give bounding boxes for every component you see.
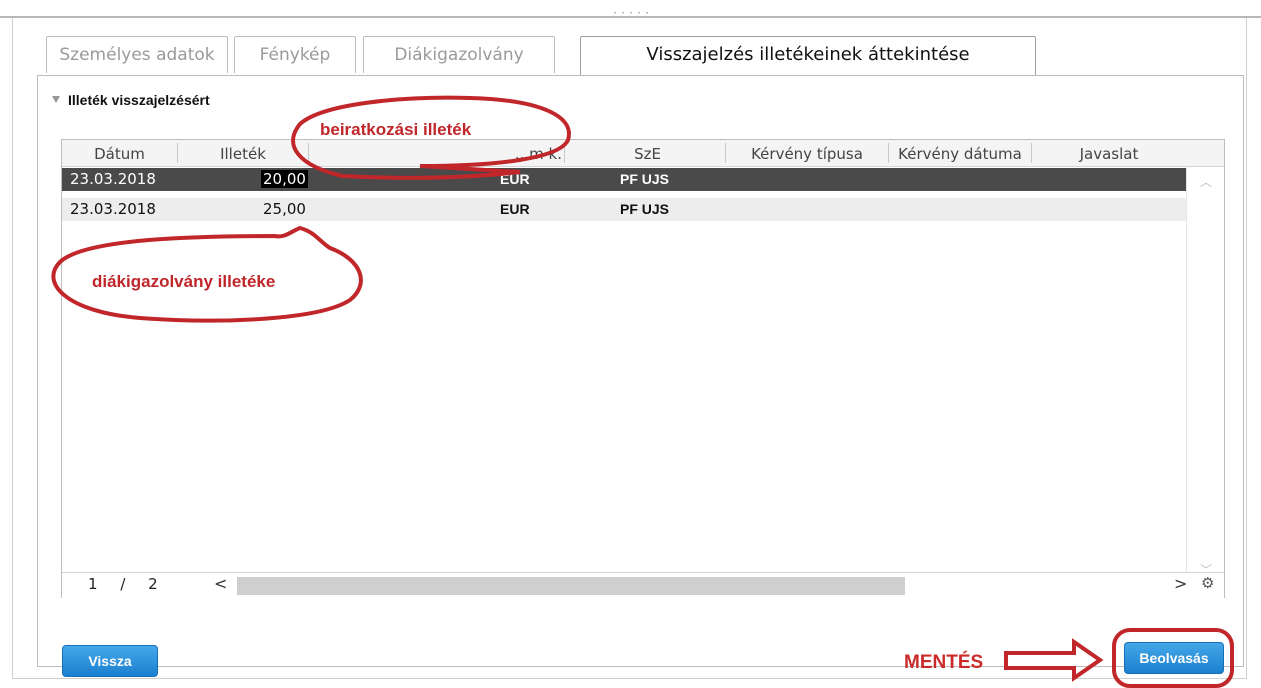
save-annotation-label: MENTÉS — [904, 652, 984, 673]
highlight-ring — [1112, 628, 1234, 688]
arrow-right-icon — [1004, 638, 1104, 682]
callout-mid-text: diákigazolvány illetéke — [92, 272, 276, 291]
annotation-overlay — [51, 95, 1234, 688]
callout-top-text: beiratkozási illeték — [320, 120, 472, 139]
